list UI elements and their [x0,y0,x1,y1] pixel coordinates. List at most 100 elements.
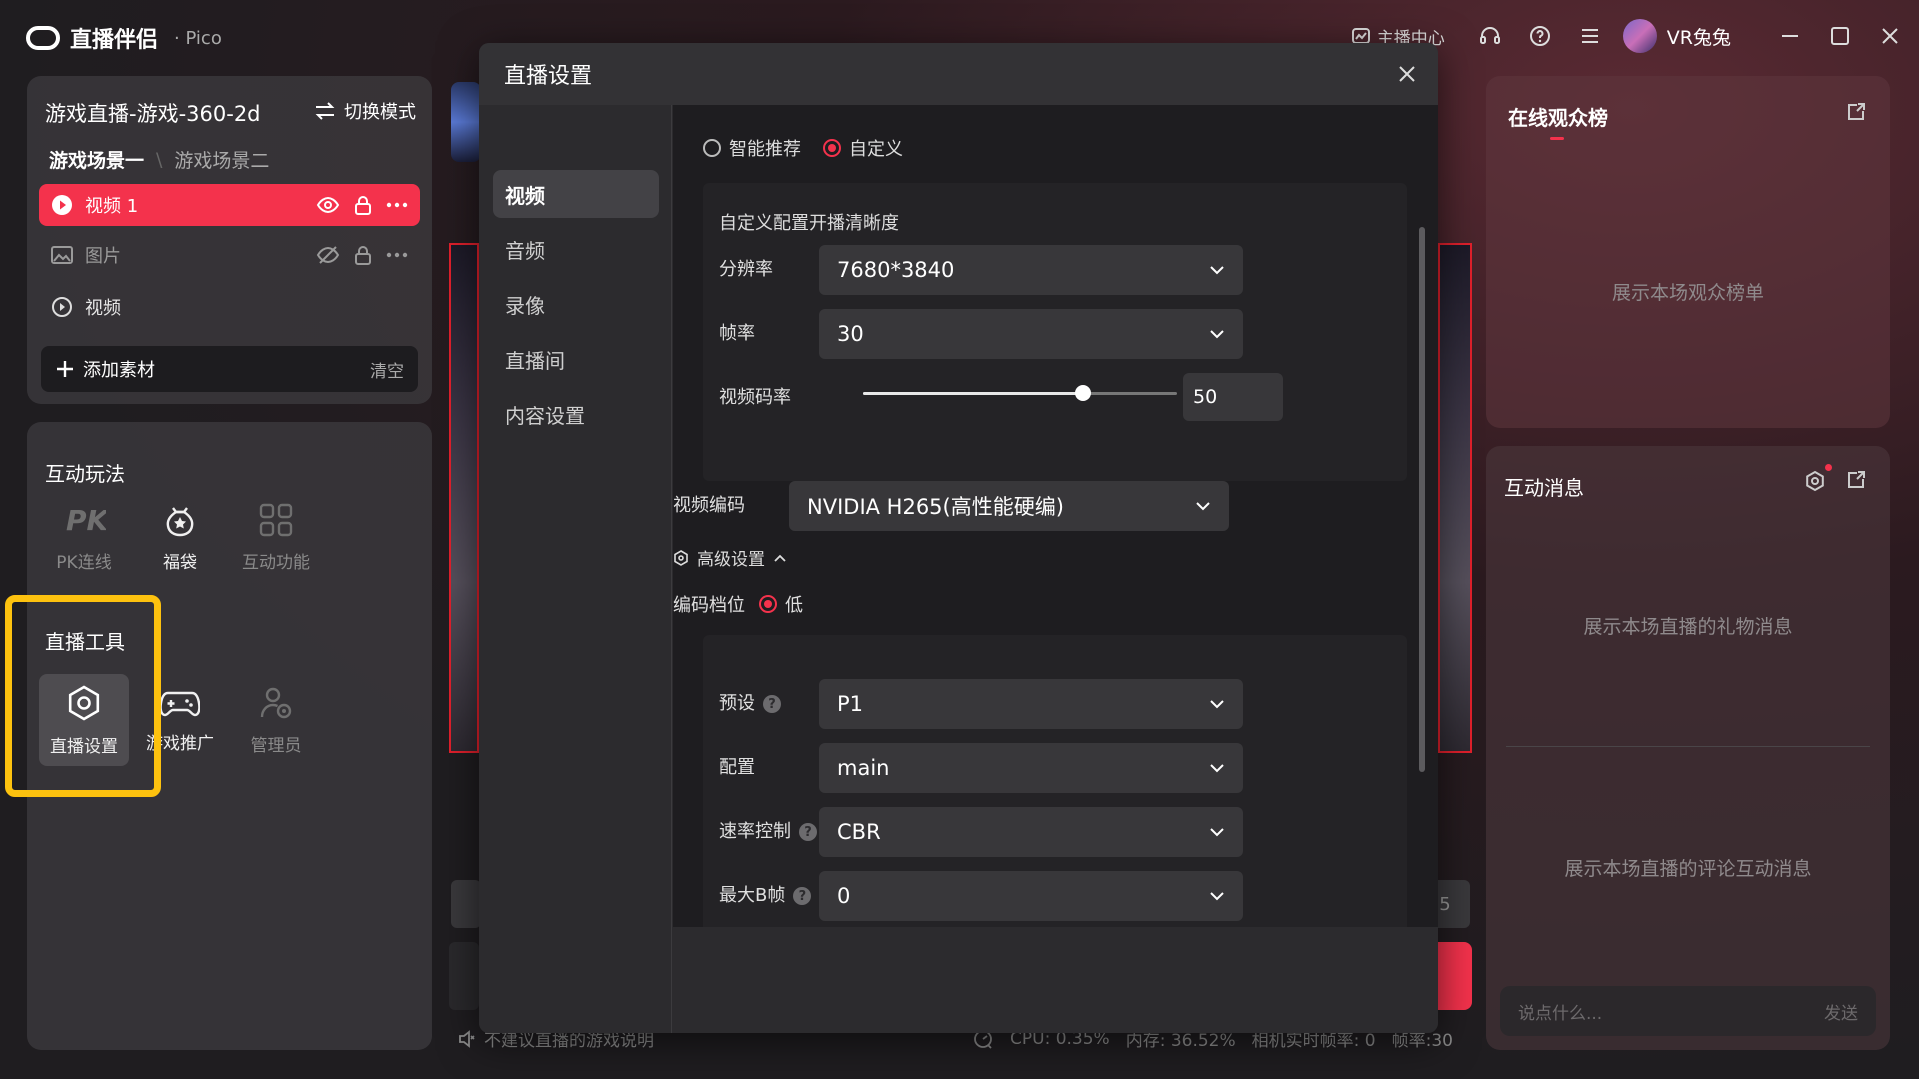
nav-video[interactable]: 视频 [493,170,659,218]
clear-button[interactable]: 清空 [370,357,404,382]
add-source-bar: 添加素材 清空 [41,346,418,392]
admin-button[interactable]: 管理员 [231,674,321,766]
rate-control-value: CBR [837,820,881,844]
popout-icon[interactable] [1846,102,1866,122]
dialog-close-button[interactable] [1388,55,1426,93]
play-circle-icon [52,297,72,317]
tab-divider: \ [156,148,163,171]
grid-icon [259,503,293,537]
chat-placeholder: 说点什么... [1518,1003,1603,1024]
close-window-button[interactable] [1865,0,1915,72]
chat-input[interactable]: 说点什么... 发送 [1500,986,1876,1036]
scene-title: 游戏直播-游戏-360-2d [45,102,261,126]
advanced-toggle[interactable]: 高级设置 [673,545,787,570]
nav-audio[interactable]: 音频 [493,225,659,273]
custom-quality-card: 自定义配置开播清晰度 分辨率 7680*3840 帧率 30 视频码率 50 [703,183,1407,481]
audience-placeholder: 展示本场观众榜单 [1611,282,1764,304]
pk-icon: PK [66,504,106,537]
switch-mode-button[interactable]: 切换模式 [314,98,416,124]
menu-button[interactable] [1565,0,1615,72]
dialog-footer-mask [673,927,1438,1033]
radio-custom-label[interactable]: 自定义 [849,135,903,161]
profile-label: 配置 [719,757,755,778]
app-logo-icon [26,26,60,50]
bitrate-slider-knob[interactable] [1075,385,1091,401]
interactive-list: PK PK连线 福袋 互动功能 [39,502,321,573]
settings-icon [674,549,688,566]
chevron-down-icon [1210,764,1224,773]
admin-icon [260,687,292,718]
profile-value: main [837,756,890,780]
eye-off-icon[interactable] [316,245,340,265]
avatar[interactable] [1622,19,1657,53]
card-title: 自定义配置开播清晰度 [719,213,899,234]
support-button[interactable] [1465,0,1515,72]
pk-button[interactable]: PK PK连线 [39,502,129,573]
fps-value: 30 [837,322,864,346]
codec-select[interactable]: NVIDIA H265(高性能硬编) [789,481,1229,531]
start-live-button[interactable] [1438,942,1472,1010]
rate-control-label: 速率控制? [719,817,817,843]
more-icon[interactable] [386,202,408,208]
nav-content-settings[interactable]: 内容设置 [493,390,659,438]
maximize-button[interactable] [1815,0,1865,72]
nav-recording[interactable]: 录像 [493,280,659,328]
tab-scene-1[interactable]: 游戏场景一 [49,146,144,173]
preset-label: 预设? [719,689,781,715]
interactive-feature-button[interactable]: 互动功能 [231,502,321,573]
image-icon [51,246,73,264]
source-item-image[interactable]: 图片 [39,234,420,276]
bottom-bar-left [449,942,479,1010]
resolution-value: 7680*3840 [837,258,955,282]
source-item-video-1[interactable]: 视频 1 [39,184,420,226]
settings-icon[interactable] [1804,470,1826,492]
chevron-down-icon [1210,892,1224,901]
radio-smart-label[interactable]: 智能推荐 [729,135,801,161]
bitrate-slider-fill [863,392,1083,395]
fps-label: 帧率 [719,323,755,344]
nav-live-room[interactable]: 直播间 [493,335,659,383]
popout-icon[interactable] [1846,470,1866,490]
source-label: 图片 [85,246,121,267]
scene-tabs: 游戏场景一 \ 游戏场景二 [49,146,269,173]
username[interactable]: VR兔兔 [1667,23,1731,50]
radio-level-low[interactable] [759,595,777,613]
radio-custom[interactable] [823,139,841,157]
bitrate-value: 50 [1193,386,1218,408]
lock-icon[interactable] [354,195,372,215]
send-button[interactable]: 发送 [1824,999,1858,1024]
messages-panel: 互动消息 展示本场直播的礼物消息 展示本场直播的评论互动消息 说点什么... 发… [1486,446,1890,1050]
radio-smart[interactable] [703,139,721,157]
dialog-title: 直播设置 [504,64,593,89]
eye-icon[interactable] [316,196,340,214]
settings-nav: 视频 音频 录像 直播间 内容设置 [479,105,672,1033]
add-source-button[interactable]: 添加素材 [83,356,370,382]
help-icon[interactable]: ? [799,823,817,841]
more-icon[interactable] [386,252,408,258]
comment-placeholder: 展示本场直播的评论互动消息 [1564,858,1812,880]
preset-select[interactable]: P1 [819,679,1243,729]
messages-divider [1506,746,1870,747]
rate-control-select[interactable]: CBR [819,807,1243,857]
help-button[interactable] [1515,0,1565,72]
tab-scene-2[interactable]: 游戏场景二 [174,146,269,173]
lock-icon[interactable] [354,245,372,265]
resolution-select[interactable]: 7680*3840 [819,245,1243,295]
encode-level-value[interactable]: 低 [785,591,803,617]
app-logo: 直播伴侣 · Pico [26,22,222,54]
bitrate-input[interactable]: 50 [1183,373,1283,421]
menu-icon [1581,29,1598,43]
gift-placeholder: 展示本场直播的礼物消息 [1583,616,1793,638]
source-item-video[interactable]: 视频 [39,286,420,328]
source-label: 视频 [85,298,121,319]
content-scrollbar[interactable] [1419,227,1425,772]
preview-toolbar-left [451,880,481,928]
max-b-frames-select[interactable]: 0 [819,871,1243,921]
help-icon[interactable]: ? [793,887,812,905]
lucky-bag-button[interactable]: 福袋 [135,502,225,573]
fps-select[interactable]: 30 [819,309,1243,359]
help-icon[interactable]: ? [763,695,781,713]
profile-select[interactable]: main [819,743,1243,793]
minimize-button[interactable] [1765,0,1815,72]
plus-icon[interactable] [55,359,75,379]
